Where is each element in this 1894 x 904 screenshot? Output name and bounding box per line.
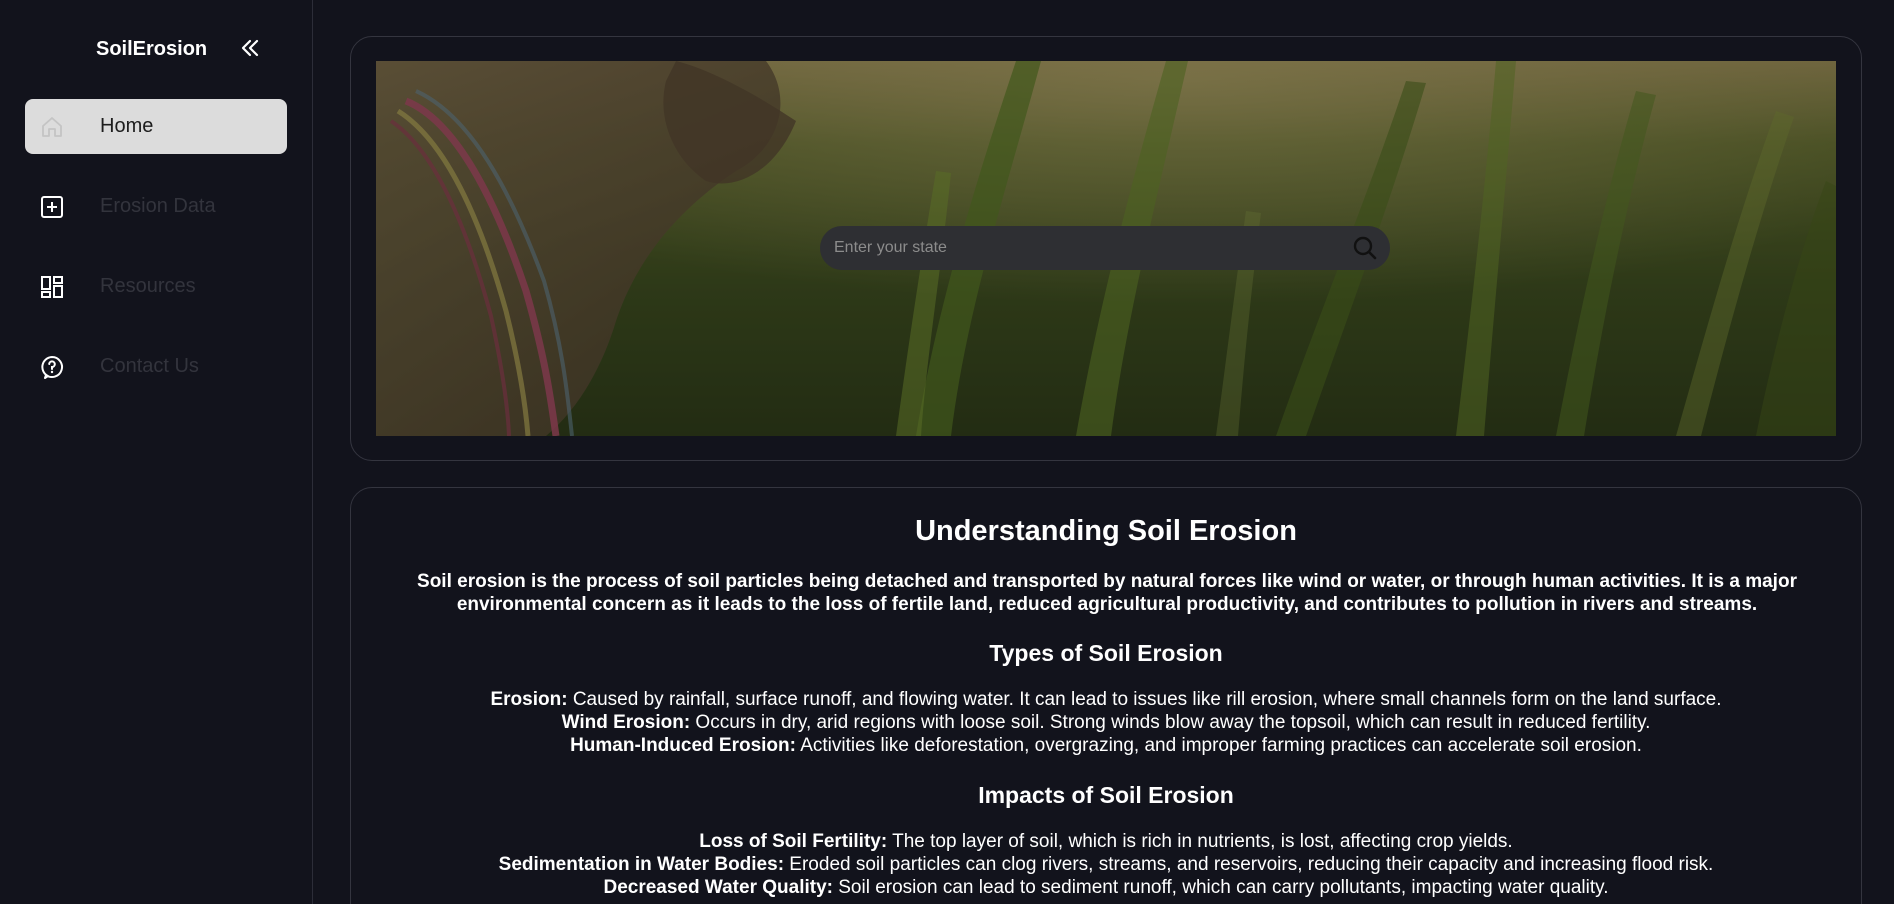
list-item: Wind Erosion: Occurs in dry, arid region…: [351, 711, 1861, 734]
sidebar-item-erosion-data[interactable]: Erosion Data: [25, 179, 287, 234]
item-text: Occurs in dry, arid regions with loose s…: [690, 712, 1651, 733]
list-item: Sedimentation in Water Bodies: Eroded so…: [351, 853, 1861, 876]
list-item: Erosion: Caused by rainfall, surface run…: [351, 688, 1861, 711]
sidebar-item-label: Home: [100, 115, 154, 137]
sidebar-item-label: Contact Us: [100, 355, 199, 377]
list-item: Human-Induced Erosion: Activities like d…: [351, 734, 1861, 757]
list-item: Loss of Soil Fertility: The top layer of…: [351, 830, 1861, 853]
sidebar-item-label: Erosion Data: [100, 195, 216, 217]
sidebar-item-contact-us[interactable]: Contact Us: [25, 339, 287, 394]
info-card: Understanding Soil Erosion Soil erosion …: [350, 487, 1862, 904]
item-text: Caused by rainfall, surface runoff, and …: [567, 689, 1722, 710]
state-search-field: [820, 226, 1390, 270]
impacts-list: Loss of Soil Fertility: The top layer of…: [351, 830, 1861, 899]
collapse-sidebar-button[interactable]: [236, 34, 264, 62]
item-term: Erosion:: [490, 689, 568, 710]
item-text: The top layer of soil, which is rich in …: [887, 831, 1513, 852]
search-icon: [1353, 236, 1377, 260]
brand-title: SoilErosion: [96, 38, 208, 60]
sidebar-item-resources[interactable]: Resources: [25, 259, 287, 314]
home-icon: [39, 114, 65, 140]
list-item: Decreased Water Quality: Soil erosion ca…: [351, 876, 1861, 899]
item-term: Decreased Water Quality:: [603, 877, 833, 898]
sidebar: SoilErosion Home Erosion Data Resources …: [0, 0, 313, 904]
state-search-input[interactable]: [834, 239, 1314, 257]
dashboard-icon: [39, 274, 65, 300]
plus-square-icon: [39, 194, 65, 220]
item-term: Wind Erosion:: [561, 712, 691, 733]
item-term: Loss of Soil Fertility:: [699, 831, 888, 852]
item-text: Soil erosion can lead to sediment runoff…: [832, 877, 1609, 898]
sidebar-item-label: Resources: [100, 275, 196, 297]
sidebar-item-home[interactable]: Home: [25, 99, 287, 154]
types-list: Erosion: Caused by rainfall, surface run…: [351, 688, 1861, 757]
item-text: Eroded soil particles can clog rivers, s…: [784, 854, 1714, 875]
search-button[interactable]: [1352, 235, 1378, 261]
intro-paragraph: Soil erosion is the process of soil part…: [417, 571, 1797, 615]
item-text: Activities like deforestation, overgrazi…: [795, 735, 1642, 756]
item-term: Sedimentation in Water Bodies:: [498, 854, 785, 875]
page-title: Understanding Soil Erosion: [915, 515, 1297, 547]
item-term: Human-Induced Erosion:: [570, 735, 796, 756]
help-bubble-icon: [39, 354, 65, 380]
types-heading: Types of Soil Erosion: [989, 640, 1223, 666]
impacts-heading: Impacts of Soil Erosion: [978, 782, 1234, 808]
double-chevron-left-icon: [241, 39, 259, 57]
